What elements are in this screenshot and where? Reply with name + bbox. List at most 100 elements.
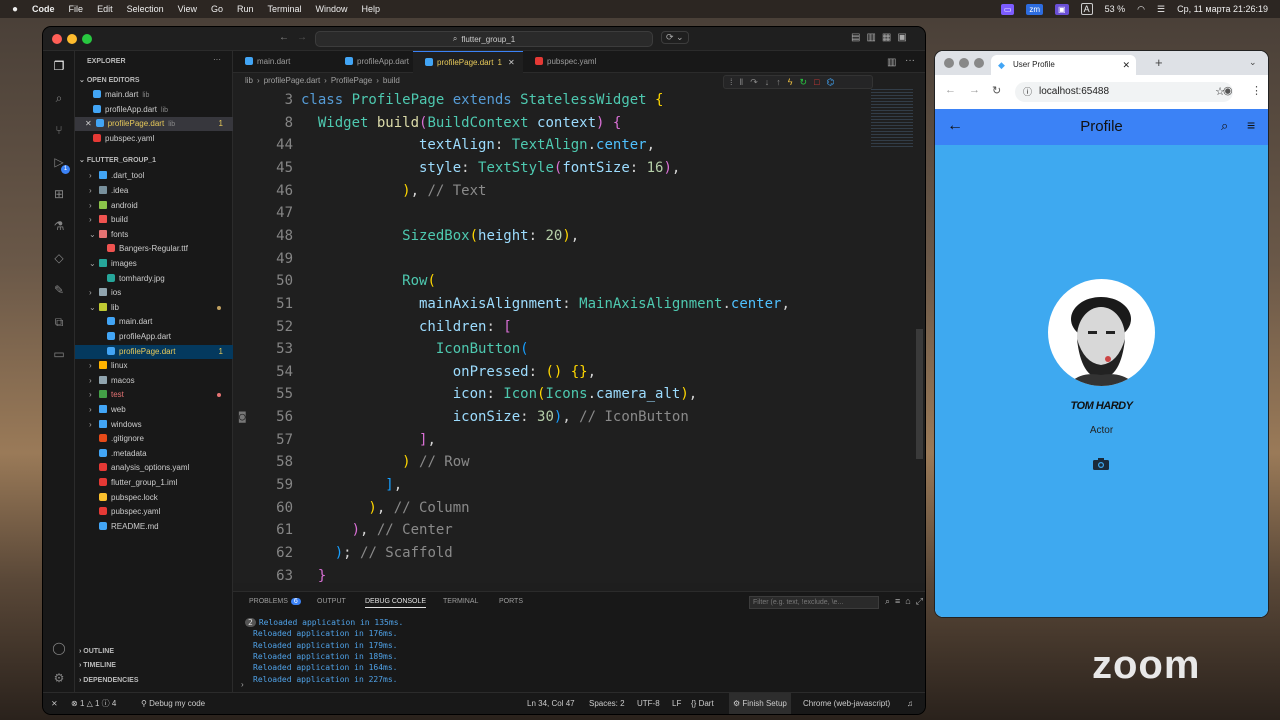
notifications-bell-icon[interactable]: ♫ <box>907 693 913 714</box>
code-line[interactable]: ), // Text <box>301 180 486 203</box>
breadcrumb-item[interactable]: lib <box>245 76 253 85</box>
tree-item-pubspec-lock[interactable]: pubspec.lock <box>75 491 233 505</box>
code-line[interactable]: Row( <box>301 270 436 293</box>
cursor-position[interactable]: Ln 34, Col 47 <box>527 693 575 714</box>
tree-item-profileapp-dart[interactable]: profileApp.dart <box>75 330 233 344</box>
code-line[interactable]: ), // Center <box>301 519 453 542</box>
tree-item-windows[interactable]: › windows <box>75 418 233 432</box>
explorer-icon[interactable]: ❐ <box>52 59 66 73</box>
tree-item-flutter-group-1-iml[interactable]: flutter_group_1.iml <box>75 476 233 490</box>
editor-tab-pubspec-yaml[interactable]: pubspec.yaml <box>523 51 613 73</box>
testing-icon[interactable]: ⚗ <box>52 219 66 233</box>
close-window-button[interactable] <box>52 34 62 44</box>
menu-code[interactable]: Code <box>32 4 55 14</box>
panel-filter-input[interactable]: Filter (e.g. text, !exclude, \e... <box>749 596 879 609</box>
new-tab-button[interactable]: + <box>1155 55 1163 70</box>
tree-item-analysis-options-yaml[interactable]: analysis_options.yaml <box>75 461 233 475</box>
menu-window[interactable]: Window <box>316 4 348 14</box>
tree-item-readme-md[interactable]: README.md <box>75 520 233 534</box>
code-line[interactable]: SizedBox(height: 20), <box>301 225 579 248</box>
tree-item-pubspec-yaml[interactable]: pubspec.yaml <box>75 505 233 519</box>
wifi-icon[interactable]: ◠ <box>1137 4 1145 15</box>
breadcrumb-item[interactable]: ProfilePage <box>331 76 372 85</box>
encoding[interactable]: UTF-8 <box>637 693 660 714</box>
account-icon[interactable]: ◯ <box>52 641 66 655</box>
battery-status[interactable]: 53 % <box>1105 4 1126 14</box>
source-control-icon[interactable]: ⑂ <box>52 123 66 137</box>
tab-close-icon[interactable]: ✕ <box>508 58 515 67</box>
back-icon[interactable]: ← <box>945 84 956 96</box>
menu-help[interactable]: Help <box>362 4 381 14</box>
minimize-window-button[interactable] <box>67 34 77 44</box>
menu-selection[interactable]: Selection <box>127 4 164 14</box>
search-icon[interactable]: ⌕ <box>52 91 66 105</box>
editor-tab-profilePage-dart[interactable]: profilePage.dart 1 ✕ <box>413 51 523 73</box>
debug-config[interactable]: ⚲ Debug my code <box>141 693 205 714</box>
project-folder-header[interactable]: ⌄ FLUTTER_GROUP_1 <box>75 154 233 168</box>
menu-terminal[interactable]: Terminal <box>268 4 302 14</box>
code-line[interactable]: ), // Column <box>301 497 469 520</box>
tree-item--idea[interactable]: › .idea <box>75 184 233 198</box>
finish-setup-button[interactable]: ⚙ Finish Setup <box>729 693 791 714</box>
camera-icon-button[interactable] <box>1092 457 1110 471</box>
close-editor-icon[interactable]: ✕ <box>85 119 92 128</box>
site-info-icon[interactable]: ⓘ <box>1023 82 1032 102</box>
nav-forward-icon[interactable]: → <box>297 32 307 43</box>
tree-item-tomhardy-jpg[interactable]: tomhardy.jpg <box>75 272 233 286</box>
devtools-icon[interactable]: ⌬ <box>827 77 842 87</box>
tree-item-main-dart[interactable]: main.dart <box>75 315 233 329</box>
code-line[interactable]: iconSize: 30), // IconButton <box>301 406 689 429</box>
code-line[interactable]: ], <box>301 474 402 497</box>
control-center-icon[interactable]: ☰ <box>1157 4 1165 15</box>
copilot-icon[interactable]: ⟳ ⌄ <box>661 31 689 44</box>
tree-item-bangers-regular-ttf[interactable]: Bangers-Regular.ttf <box>75 242 233 256</box>
dependencies-section-header[interactable]: › DEPENDENCIES <box>75 674 233 688</box>
command-center[interactable]: ⌕ flutter_group_1 <box>315 31 653 47</box>
tree-item-web[interactable]: › web <box>75 403 233 417</box>
code-line[interactable]: } <box>301 565 326 588</box>
chrome-minimize-button[interactable] <box>959 58 969 68</box>
datetime[interactable]: Ср, 11 марта 21:26:19 <box>1177 4 1268 14</box>
edit-icon[interactable]: ✎ <box>52 283 66 297</box>
open-editor-item[interactable]: pubspec.yaml <box>75 132 233 146</box>
flutter-device[interactable]: Chrome (web-javascript) <box>803 693 890 714</box>
address-bar[interactable]: ⓘ localhost:65488 ☆ <box>1015 82 1233 102</box>
flutter-icon[interactable]: ◇ <box>52 251 66 265</box>
step-out-icon[interactable]: ↑ <box>776 77 788 87</box>
code-line[interactable]: onPressed: () {}, <box>301 361 596 384</box>
drag-handle-icon[interactable]: ⁞ <box>730 77 740 87</box>
more-actions-icon[interactable]: ··· <box>213 55 221 64</box>
tree-item-lib[interactable]: ⌄ lib <box>75 301 233 315</box>
problems-status[interactable]: ⊗ 1 △ 1 ⓘ 4 <box>71 693 116 714</box>
panel-tab-ports[interactable]: PORTS <box>499 598 523 605</box>
language-mode[interactable]: {} Dart <box>691 693 714 714</box>
vertical-scrollbar[interactable] <box>916 329 923 459</box>
split-editor-icon[interactable]: ▥ <box>887 57 896 68</box>
panel-tab-output[interactable]: OUTPUT <box>317 598 346 605</box>
step-into-icon[interactable]: ↓ <box>765 77 777 87</box>
code-line[interactable]: textAlign: TextAlign.center, <box>301 134 655 157</box>
extensions-icon[interactable]: ⊞ <box>52 187 66 201</box>
eol[interactable]: LF <box>672 693 681 714</box>
tree-item-ios[interactable]: › ios <box>75 286 233 300</box>
tree-item-linux[interactable]: › linux <box>75 359 233 373</box>
tree-item-macos[interactable]: › macos <box>75 374 233 388</box>
minimap[interactable] <box>871 89 913 149</box>
device-icon[interactable]: ▭ <box>52 347 66 361</box>
tree-item--dart-tool[interactable]: › .dart_tool <box>75 169 233 183</box>
code-line[interactable]: icon: Icon(Icons.camera_alt), <box>301 383 698 406</box>
open-editor-item[interactable]: ✕ profilePage.dart lib 1 <box>75 117 233 132</box>
restart-icon[interactable]: ↻ <box>800 77 815 87</box>
chrome-menu-icon[interactable]: ⋮ <box>1251 84 1262 97</box>
pause-icon[interactable]: ‖ <box>740 77 751 87</box>
hot-reload-icon[interactable]: ϟ <box>788 77 800 87</box>
chrome-maximize-button[interactable] <box>974 58 984 68</box>
code-line[interactable]: style: TextStyle(fontSize: 16), <box>301 157 680 180</box>
code-line[interactable]: ); // Scaffold <box>301 542 453 565</box>
open-editor-item[interactable]: profileApp.dart lib <box>75 103 233 117</box>
remote-indicator-icon[interactable]: ⨯ <box>51 693 58 714</box>
panel-tab-debug-console[interactable]: DEBUG CONSOLE <box>365 598 427 608</box>
open-editor-item[interactable]: main.dart lib <box>75 88 233 102</box>
app-menu-icon[interactable]: ≡ <box>1247 117 1255 133</box>
menu-edit[interactable]: Edit <box>97 4 113 14</box>
